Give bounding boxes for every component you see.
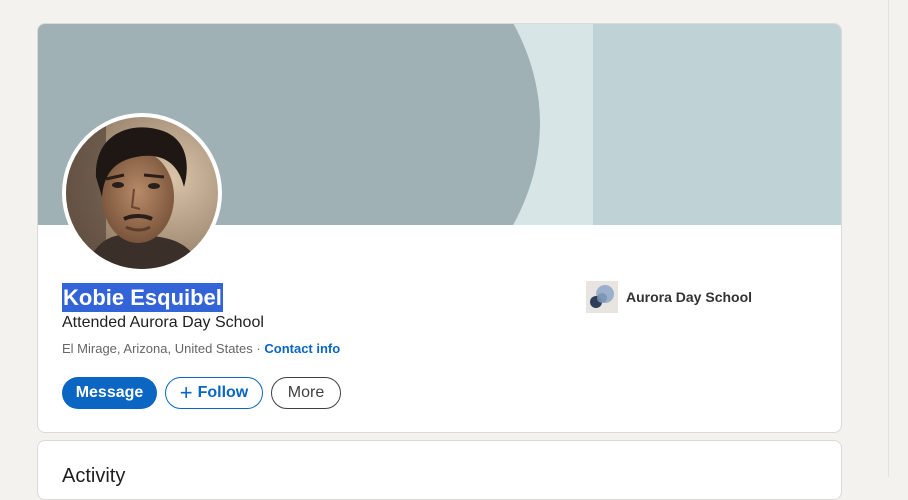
profile-avatar[interactable] — [62, 113, 222, 273]
activity-card: Activity — [37, 440, 842, 500]
plus-icon: + — [179, 380, 193, 405]
message-button[interactable]: Message — [62, 377, 157, 409]
follow-label: Follow — [197, 384, 249, 401]
profile-headline: Attended Aurora Day School — [62, 314, 264, 331]
profile-name: Kobie Esquibel — [62, 283, 223, 312]
more-button[interactable]: More — [271, 377, 341, 409]
follow-button[interactable]: + Follow — [165, 377, 263, 409]
page-divider — [888, 0, 889, 477]
school-name: Aurora Day School — [626, 289, 753, 305]
profile-location: El Mirage, Arizona, United States — [62, 341, 253, 356]
education-entry[interactable]: Aurora Day School — [586, 281, 752, 313]
contact-info-link[interactable]: Contact info — [264, 341, 340, 356]
profile-card: Kobie Esquibel Attended Aurora Day Schoo… — [37, 23, 842, 433]
profile-actions: Message + Follow More — [62, 377, 341, 409]
profile-location-line: El Mirage, Arizona, United States · Cont… — [62, 341, 340, 356]
profile-photo — [66, 117, 218, 269]
location-separator: · — [256, 341, 261, 356]
school-logo-icon — [586, 281, 618, 313]
